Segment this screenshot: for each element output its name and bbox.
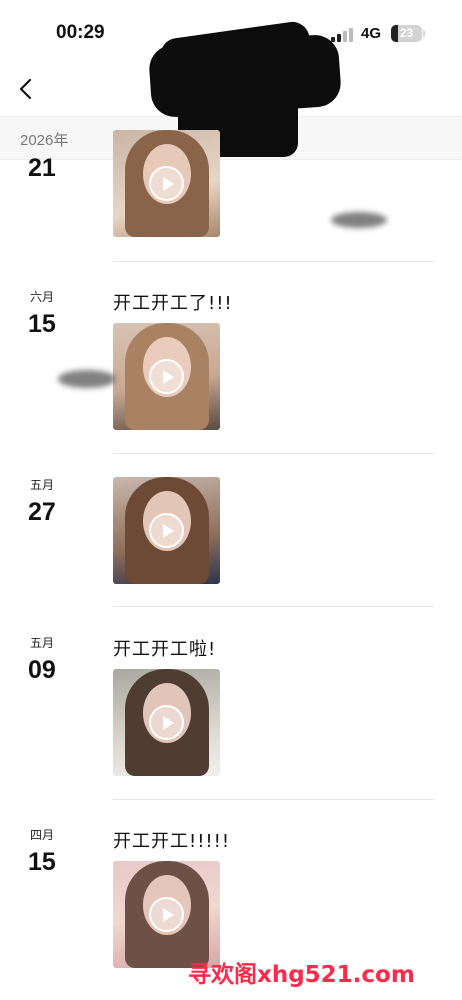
year-label: 2026年 [20,132,69,149]
divider [113,606,434,607]
divider [113,261,434,262]
video-thumbnail[interactable] [113,323,220,430]
play-icon [149,513,184,548]
post-month: 六月 [30,290,55,304]
post-caption: 开工开工啦! [113,639,217,660]
back-button[interactable] [10,72,44,106]
chevron-left-icon [19,78,32,100]
battery-tip [423,30,425,37]
battery-level: 23 [399,26,414,40]
signal-icon [331,28,355,42]
post-month: 五月 [30,478,55,492]
video-thumbnail[interactable] [113,669,220,776]
post-caption: 开工开工!!!!! [113,831,231,852]
post-caption: 开工开工了!!! [113,293,233,314]
network-type: 4G [361,25,382,42]
play-icon [149,166,184,201]
post-day: 15 [28,310,56,338]
post-month: 四月 [30,828,55,842]
post-day: 21 [28,154,56,182]
divider [113,799,434,800]
post-day: 15 [28,848,56,876]
video-thumbnail[interactable] [113,861,220,968]
status-time: 00:29 [56,22,105,43]
smudge-mark [58,370,116,388]
smudge-mark [331,212,387,228]
post-day: 09 [28,656,56,684]
divider [113,453,434,454]
play-icon [149,897,184,932]
play-icon [149,705,184,740]
video-thumbnail[interactable] [113,130,220,237]
video-thumbnail[interactable] [113,477,220,584]
post-month: 五月 [30,636,55,650]
post-day: 27 [28,498,56,526]
play-icon [149,359,184,394]
watermark-text: 寻欢阁xhg521.com [188,962,415,988]
battery-icon: 23 [391,25,422,42]
